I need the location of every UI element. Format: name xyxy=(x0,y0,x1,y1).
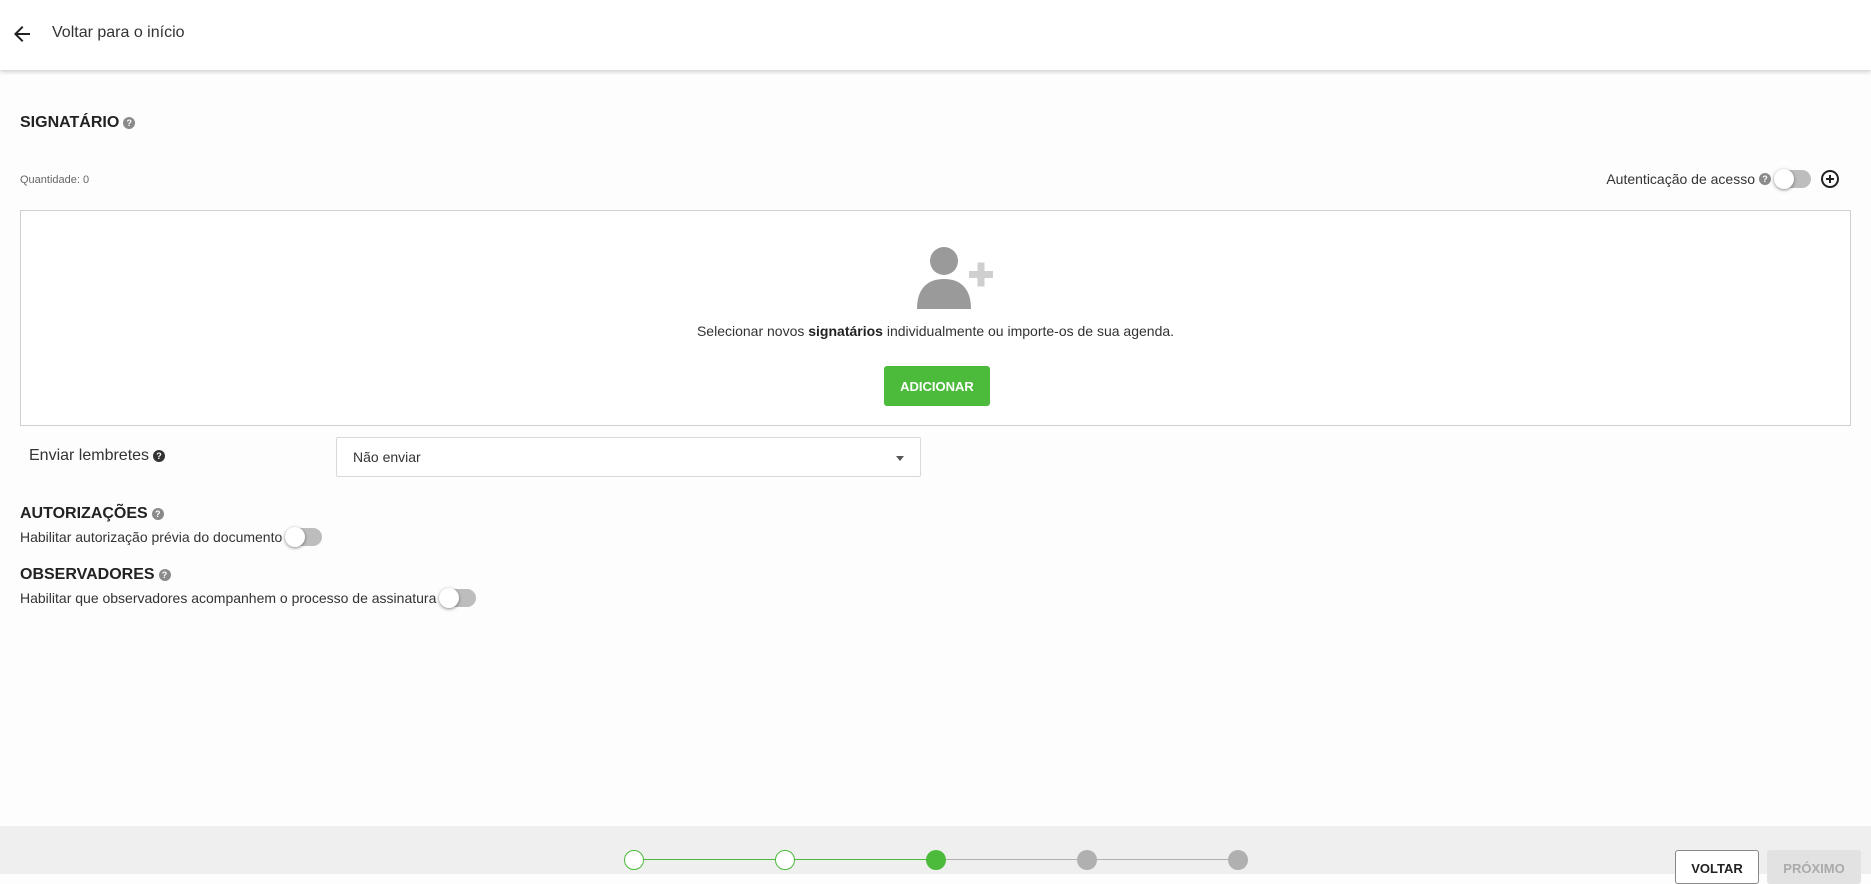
plus-circle-icon[interactable] xyxy=(1821,170,1839,188)
authorizations-title-text: AUTORIZAÇÕES xyxy=(20,505,148,522)
add-signer-button[interactable]: ADICIONAR xyxy=(884,366,990,406)
signer-text-before: Selecionar novos xyxy=(696,323,809,339)
signer-section-title: SIGNATÁRIO? xyxy=(20,114,136,132)
step-connector xyxy=(946,859,1077,860)
signer-quantity: Quantidade: 0 xyxy=(20,174,90,186)
observers-toggle[interactable] xyxy=(439,588,477,608)
step-connector xyxy=(795,859,926,860)
access-auth-label: Autenticação de acesso xyxy=(1606,171,1755,187)
observers-toggle-label: Habilitar que observadores acompanhem o … xyxy=(20,590,437,606)
step-connector xyxy=(644,859,775,860)
step-1 xyxy=(624,850,644,870)
toggle-knob xyxy=(285,527,306,547)
reminders-label-group: Enviar lembretes? xyxy=(29,447,166,465)
reminders-selected-value: Não enviar xyxy=(353,449,421,465)
access-auth-toggle[interactable] xyxy=(1774,169,1811,189)
step-4 xyxy=(1077,850,1097,870)
step-connector xyxy=(1097,859,1228,860)
help-icon[interactable]: ? xyxy=(123,116,136,129)
authorizations-section-title: AUTORIZAÇÕES? xyxy=(20,505,164,523)
observers-section-title: OBSERVADORES? xyxy=(20,566,171,584)
caret-down-icon xyxy=(896,456,904,461)
step-5 xyxy=(1228,850,1248,870)
step-3 xyxy=(926,850,946,870)
help-icon[interactable]: ? xyxy=(158,568,171,581)
observers-title-text: OBSERVADORES xyxy=(20,566,155,583)
authorizations-row: Habilitar autorização prévia do document… xyxy=(20,527,323,547)
signer-title-text: SIGNATÁRIO xyxy=(20,114,120,131)
authorizations-toggle-label: Habilitar autorização prévia do document… xyxy=(20,529,283,545)
back-button[interactable]: VOLTAR xyxy=(1675,850,1759,884)
toggle-knob xyxy=(439,588,460,608)
arrow-left-icon[interactable] xyxy=(10,22,34,46)
help-icon[interactable]: ? xyxy=(153,449,166,462)
back-to-home-link[interactable]: Voltar para o início xyxy=(52,24,185,42)
person-add-icon xyxy=(917,247,993,309)
toggle-knob xyxy=(1774,169,1794,189)
signer-empty-state: Selecionar novos signatários individualm… xyxy=(20,210,1851,426)
next-button[interactable]: PRÓXIMO xyxy=(1767,850,1861,884)
signer-empty-text: Selecionar novos signatários individualm… xyxy=(21,323,1850,339)
signer-text-after: individualmente ou importe-os de sua age… xyxy=(882,323,1175,339)
reminders-label: Enviar lembretes xyxy=(29,447,150,464)
signer-text-bold: signatários xyxy=(808,323,883,339)
help-icon[interactable]: ? xyxy=(1759,173,1771,185)
authorizations-toggle[interactable] xyxy=(285,527,323,547)
reminders-select[interactable]: Não enviar xyxy=(336,437,921,477)
access-auth-group: Autenticação de acesso ? xyxy=(1606,169,1839,189)
help-icon[interactable]: ? xyxy=(151,507,164,520)
step-2 xyxy=(775,850,795,870)
progress-stepper xyxy=(624,850,1248,870)
observers-row: Habilitar que observadores acompanhem o … xyxy=(20,588,477,608)
top-bar: Voltar para o início xyxy=(0,0,1871,70)
